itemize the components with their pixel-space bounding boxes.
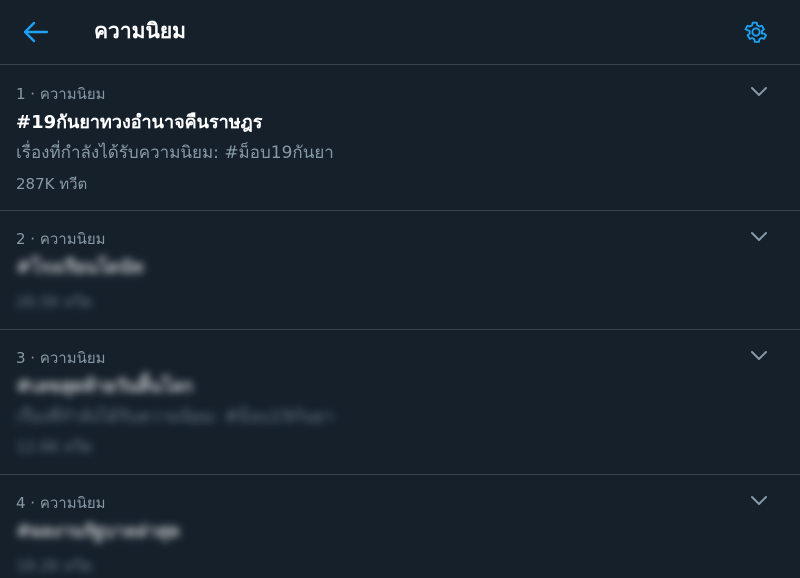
trend-item-2[interactable]: 2 · ความนิยม #โรงเรียนโดนัท 26.5K ทวีต: [0, 211, 800, 330]
trend-meta: 4 · ความนิยม: [16, 494, 106, 512]
trend-name: #ผลงานรัฐบาลล่าสุด: [16, 521, 180, 542]
trend-tweet-count: 26.5K ทวีต: [16, 293, 93, 311]
trend-context: เรื่องที่กำลังได้รับความนิยม: #ม็อบ19กัน…: [16, 407, 334, 427]
trend-item-1[interactable]: 1 · ความนิยม #19กันยาทวงอำนาจคืนราษฎร เร…: [0, 65, 800, 211]
chevron-down-icon: [751, 351, 767, 360]
trend-more-button[interactable]: [744, 76, 774, 106]
trend-more-button[interactable]: [744, 485, 774, 515]
arrow-left-icon: [23, 21, 49, 43]
trend-tweet-count: 12.6K ทวีต: [16, 438, 93, 456]
settings-button[interactable]: [738, 14, 774, 50]
page-header: ความนิยม: [0, 0, 800, 65]
trends-page: ความนิยม 1 · ความนิยม #19กันยาทวงอำนาจคื…: [0, 0, 800, 578]
trend-meta: 3 · ความนิยม: [16, 349, 106, 367]
trend-context: เรื่องที่กำลังได้รับความนิยม: #ม็อบ19กัน…: [16, 143, 334, 163]
trend-more-button[interactable]: [744, 221, 774, 251]
page-title: ความนิยม: [94, 19, 186, 43]
back-button[interactable]: [18, 14, 54, 50]
trend-item-4[interactable]: 4 · ความนิยม #ผลงานรัฐบาลล่าสุด 18.2K ทว…: [0, 475, 800, 578]
trend-name: #เลขสุดท้ายวันสิ้นโลก: [16, 376, 194, 397]
trend-more-button[interactable]: [744, 340, 774, 370]
trend-item-3[interactable]: 3 · ความนิยม #เลขสุดท้ายวันสิ้นโลก เรื่อ…: [0, 330, 800, 475]
gear-icon: [744, 21, 767, 43]
chevron-down-icon: [751, 87, 767, 96]
trend-meta: 1 · ความนิยม: [16, 85, 106, 103]
trend-name: #โรงเรียนโดนัท: [16, 257, 144, 278]
trend-name: #19กันยาทวงอำนาจคืนราษฎร: [16, 112, 263, 133]
trend-tweet-count: 18.2K ทวีต: [16, 557, 93, 575]
trend-tweet-count: 287K ทวีต: [16, 175, 88, 193]
trend-meta: 2 · ความนิยม: [16, 230, 106, 248]
chevron-down-icon: [751, 496, 767, 505]
chevron-down-icon: [751, 232, 767, 241]
